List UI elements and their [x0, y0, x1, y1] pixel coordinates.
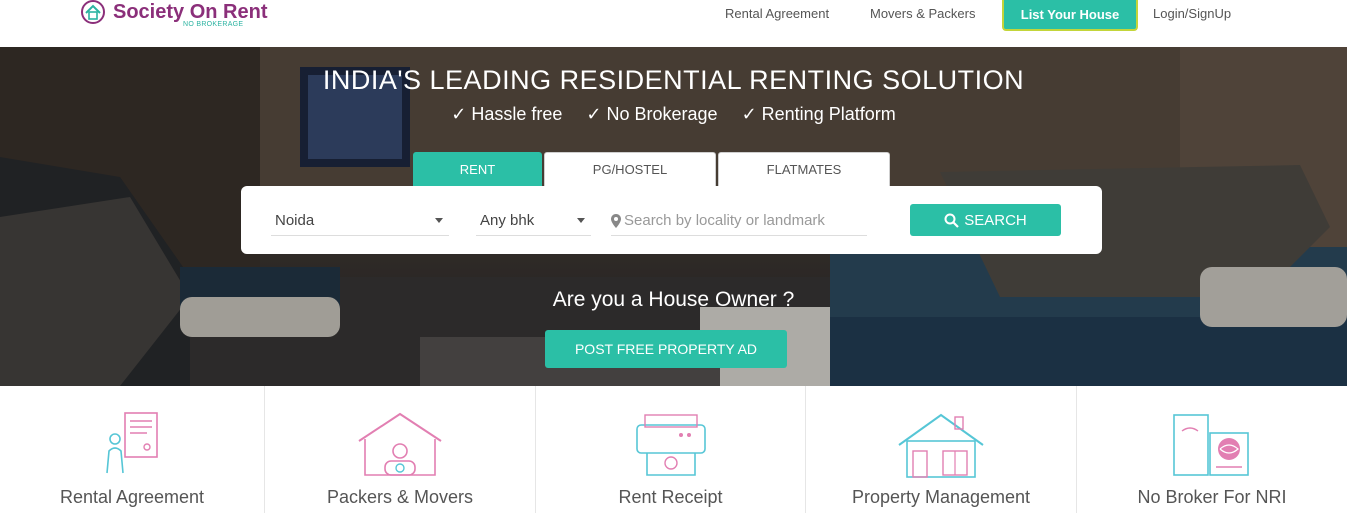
- locality-placeholder: Search by locality or landmark: [624, 212, 825, 229]
- check-icon: ✓: [741, 104, 757, 124]
- search-button-label: SEARCH: [964, 211, 1027, 229]
- feature-label: Renting Platform: [761, 104, 896, 124]
- service-no-broker-nri[interactable]: No Broker For NRI: [1077, 386, 1347, 513]
- feature-label: No Brokerage: [606, 104, 718, 124]
- nav-login-signup[interactable]: Login/SignUp: [1153, 6, 1231, 21]
- rental-agreement-icon: [106, 412, 158, 474]
- feature-item: ✓ No Brokerage: [586, 104, 717, 125]
- services-row: Rental Agreement Packers & Movers Rent R…: [0, 386, 1347, 513]
- logo-name: Society On Rent: [113, 1, 268, 23]
- service-rent-receipt[interactable]: Rent Receipt: [536, 386, 806, 513]
- nav-movers-packers[interactable]: Movers & Packers: [870, 6, 975, 21]
- service-property-management[interactable]: Property Management: [806, 386, 1077, 513]
- service-packers-movers[interactable]: Packers & Movers: [265, 386, 536, 513]
- city-select[interactable]: Noida: [271, 206, 449, 236]
- search-icon: [944, 213, 960, 228]
- service-label: No Broker For NRI: [1137, 487, 1287, 507]
- tab-flatmates[interactable]: FLATMATES: [718, 152, 890, 186]
- tab-pg-hostel[interactable]: PG/HOSTEL: [544, 152, 716, 186]
- feature-item: ✓ Hassle free: [451, 104, 562, 125]
- check-icon: ✓: [586, 104, 602, 124]
- hero-banner: INDIA'S LEADING RESIDENTIAL RENTING SOLU…: [0, 47, 1347, 386]
- site-header: Society On Rent NO BROKERAGE Rental Agre…: [0, 0, 1347, 47]
- bhk-select[interactable]: Any bhk: [476, 206, 591, 236]
- search-button[interactable]: SEARCH: [910, 204, 1061, 236]
- post-property-button[interactable]: POST FREE PROPERTY AD: [545, 330, 787, 368]
- service-rental-agreement[interactable]: Rental Agreement: [0, 386, 265, 513]
- rent-receipt-icon: [635, 414, 706, 476]
- list-your-house-button[interactable]: List Your House: [1002, 0, 1138, 31]
- packers-movers-icon: [358, 412, 442, 476]
- owner-question: Are you a House Owner ?: [552, 288, 795, 311]
- property-management-icon: [898, 413, 984, 478]
- nav-rental-agreement[interactable]: Rental Agreement: [725, 6, 829, 21]
- hero-title: INDIA'S LEADING RESIDENTIAL RENTING SOLU…: [322, 65, 1025, 95]
- service-label: Rental Agreement: [59, 487, 205, 507]
- bhk-value: Any bhk: [480, 212, 535, 229]
- site-logo[interactable]: Society On Rent NO BROKERAGE: [79, 0, 267, 30]
- search-panel: Noida Any bhk Search by locality or land…: [241, 186, 1102, 254]
- tab-rent[interactable]: RENT: [413, 152, 542, 186]
- location-pin-icon: [611, 213, 621, 228]
- service-label: Packers & Movers: [326, 487, 474, 507]
- feature-label: Hassle free: [471, 104, 563, 124]
- check-icon: ✓: [451, 104, 467, 124]
- service-label: Rent Receipt: [618, 487, 723, 507]
- service-label: Property Management: [851, 487, 1031, 507]
- nri-globe-icon: [1173, 414, 1249, 476]
- chevron-down-icon: [577, 218, 585, 223]
- house-logo-icon: [81, 0, 105, 24]
- search-tabs: RENT PG/HOSTEL FLATMATES: [413, 152, 890, 186]
- locality-search-input[interactable]: Search by locality or landmark: [611, 206, 867, 236]
- city-value: Noida: [275, 212, 315, 229]
- hero-features: ✓ Hassle free ✓ No Brokerage ✓ Renting Plat…: [0, 104, 1347, 125]
- feature-item: ✓ Renting Platform: [742, 104, 896, 125]
- chevron-down-icon: [435, 218, 443, 223]
